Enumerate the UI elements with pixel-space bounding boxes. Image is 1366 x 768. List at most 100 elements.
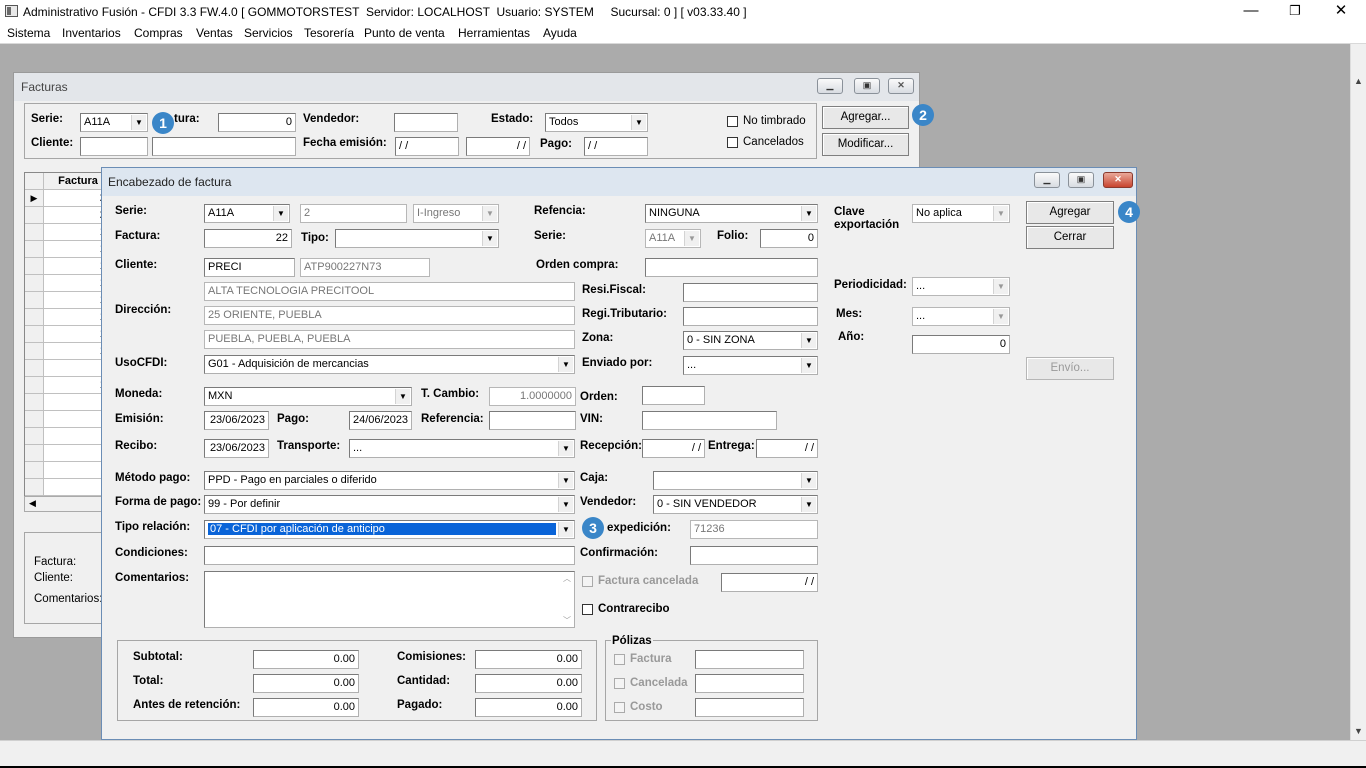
filter-estado-select[interactable]: Todos ▼ <box>545 113 648 132</box>
cancelados-checkbox[interactable] <box>727 137 738 148</box>
row-selector[interactable] <box>25 394 44 411</box>
scroll-left-icon[interactable]: ◀ <box>29 498 36 509</box>
scroll-down-icon[interactable]: ﹀ <box>563 615 571 626</box>
condiciones-input[interactable] <box>204 546 575 565</box>
scroll-up-icon[interactable]: ▲ <box>1354 76 1363 86</box>
metodo-pago-select[interactable]: PPD - Pago en parciales o diferido ▼ <box>204 471 575 490</box>
row-selector[interactable] <box>25 360 44 377</box>
row-selector[interactable] <box>25 377 44 394</box>
row-selector[interactable] <box>25 326 44 343</box>
menu-sistema[interactable]: Sistema <box>7 26 50 40</box>
row-selector[interactable] <box>25 207 44 224</box>
row-selector[interactable] <box>25 445 44 462</box>
filter-fecha-hasta-input[interactable]: / / <box>466 137 530 156</box>
factura-cancelada-checkbox[interactable] <box>582 576 593 587</box>
folio-input[interactable]: 0 <box>760 229 818 248</box>
poliza-factura-checkbox[interactable] <box>614 654 625 665</box>
recibo-date-input[interactable]: 23/06/2023 <box>204 439 269 458</box>
referencia-input[interactable] <box>489 411 576 430</box>
menu-inventarios[interactable]: Inventarios <box>62 26 121 40</box>
comentarios-textarea[interactable]: ︿ ﹀ <box>204 571 575 628</box>
poliza-costo-input[interactable] <box>695 698 804 717</box>
recepcion-date-input[interactable]: / / <box>642 439 705 458</box>
poliza-cancelada-checkbox[interactable] <box>614 678 625 689</box>
filter-cliente-code-input[interactable] <box>80 137 148 156</box>
caja-select[interactable]: ▼ <box>653 471 818 490</box>
row-selector[interactable] <box>25 241 44 258</box>
row-selector[interactable] <box>25 224 44 241</box>
row-selector[interactable] <box>25 258 44 275</box>
pago-date-input[interactable]: 24/06/2023 <box>349 411 412 430</box>
row-selector[interactable] <box>25 309 44 326</box>
facturas-minimize-icon[interactable]: ▁ <box>817 78 843 94</box>
zona-select[interactable]: 0 - SIN ZONA ▼ <box>683 331 818 350</box>
row-selector[interactable] <box>25 411 44 428</box>
resi-fiscal-input[interactable] <box>683 283 818 302</box>
moneda-select[interactable]: MXN ▼ <box>204 387 412 406</box>
facturas-restore-icon[interactable]: ▣ <box>854 78 880 94</box>
workspace-scrollbar[interactable]: ▲ ▼ <box>1350 44 1366 740</box>
poliza-costo-checkbox[interactable] <box>614 702 625 713</box>
filter-vendedor-input[interactable] <box>394 113 458 132</box>
close-button[interactable]: ✕ <box>1318 0 1364 24</box>
tipo-relacion-select[interactable]: 07 - CFDI por aplicación de anticipo ▼ <box>204 520 575 539</box>
enviado-select[interactable]: ... ▼ <box>683 356 818 375</box>
scroll-down-icon[interactable]: ▼ <box>1354 726 1363 736</box>
poliza-cancelada-input[interactable] <box>695 674 804 693</box>
clave-exportacion-select[interactable]: No aplica ▼ <box>912 204 1010 223</box>
emision-date-input[interactable]: 23/06/2023 <box>204 411 269 430</box>
orden-compra-input[interactable] <box>645 258 818 277</box>
tipo-comprobante-select[interactable]: I-Ingreso ▼ <box>413 204 499 223</box>
usocfdi-select[interactable]: G01 - Adquisición de mercancias ▼ <box>204 355 575 374</box>
row-selector[interactable]: ▶ <box>25 190 44 207</box>
forma-pago-select[interactable]: 99 - Por definir ▼ <box>204 495 575 514</box>
encabezado-close-icon[interactable]: ✕ <box>1103 172 1133 188</box>
anio-input[interactable]: 0 <box>912 335 1010 354</box>
filter-cliente-name-input[interactable] <box>152 137 296 156</box>
agregar-button[interactable]: Agregar <box>1026 201 1114 224</box>
filter-factura-input[interactable]: 0 <box>218 113 296 132</box>
minimize-button[interactable]: — <box>1228 0 1274 24</box>
refencia-select[interactable]: NINGUNA ▼ <box>645 204 818 223</box>
transporte-select[interactable]: ... ▼ <box>349 439 575 458</box>
filter-serie-select[interactable]: A11A ▼ <box>80 113 148 132</box>
row-selector[interactable] <box>25 479 44 496</box>
menu-ayuda[interactable]: Ayuda <box>543 26 577 40</box>
contrarecibo-checkbox[interactable] <box>582 604 593 615</box>
facturas-agregar-button[interactable]: Agregar... <box>822 106 909 129</box>
vin-input[interactable] <box>642 411 777 430</box>
facturas-close-icon[interactable]: ✕ <box>888 78 914 94</box>
serie2-select[interactable]: A11A ▼ <box>645 229 701 248</box>
periodicidad-select[interactable]: ... ▼ <box>912 277 1010 296</box>
menu-tesoreria[interactable]: Tesorería <box>304 26 354 40</box>
row-selector[interactable] <box>25 275 44 292</box>
no-timbrado-checkbox[interactable] <box>727 116 738 127</box>
tipo-select[interactable]: ▼ <box>335 229 499 248</box>
cerrar-button[interactable]: Cerrar <box>1026 226 1114 249</box>
menu-punto-de-venta[interactable]: Punto de venta <box>364 26 445 40</box>
row-selector[interactable] <box>25 428 44 445</box>
menu-herramientas[interactable]: Herramientas <box>458 26 530 40</box>
filter-fecha-desde-input[interactable]: / / <box>395 137 459 156</box>
maximize-button[interactable]: ❐ <box>1272 0 1318 24</box>
row-selector[interactable] <box>25 343 44 360</box>
row-selector[interactable] <box>25 292 44 309</box>
facturas-modificar-button[interactable]: Modificar... <box>822 133 909 156</box>
menu-servicios[interactable]: Servicios <box>244 26 293 40</box>
filter-pago-input[interactable]: / / <box>584 137 648 156</box>
entrega-date-input[interactable]: / / <box>756 439 818 458</box>
regi-tributario-input[interactable] <box>683 307 818 326</box>
encabezado-minimize-icon[interactable]: ▁ <box>1034 172 1060 188</box>
serie-select[interactable]: A11A ▼ <box>204 204 290 223</box>
confirmacion-input[interactable] <box>690 546 818 565</box>
factura-input[interactable]: 22 <box>204 229 292 248</box>
encabezado-restore-icon[interactable]: ▣ <box>1068 172 1094 188</box>
envio-button[interactable]: Envío... <box>1026 357 1114 380</box>
scroll-up-icon[interactable]: ︿ <box>563 573 571 584</box>
poliza-factura-input[interactable] <box>695 650 804 669</box>
vendedor-select[interactable]: 0 - SIN VENDEDOR ▼ <box>653 495 818 514</box>
menu-compras[interactable]: Compras <box>134 26 183 40</box>
row-selector[interactable] <box>25 462 44 479</box>
cliente-code-input[interactable]: PRECI <box>204 258 295 277</box>
mes-select[interactable]: ... ▼ <box>912 307 1010 326</box>
